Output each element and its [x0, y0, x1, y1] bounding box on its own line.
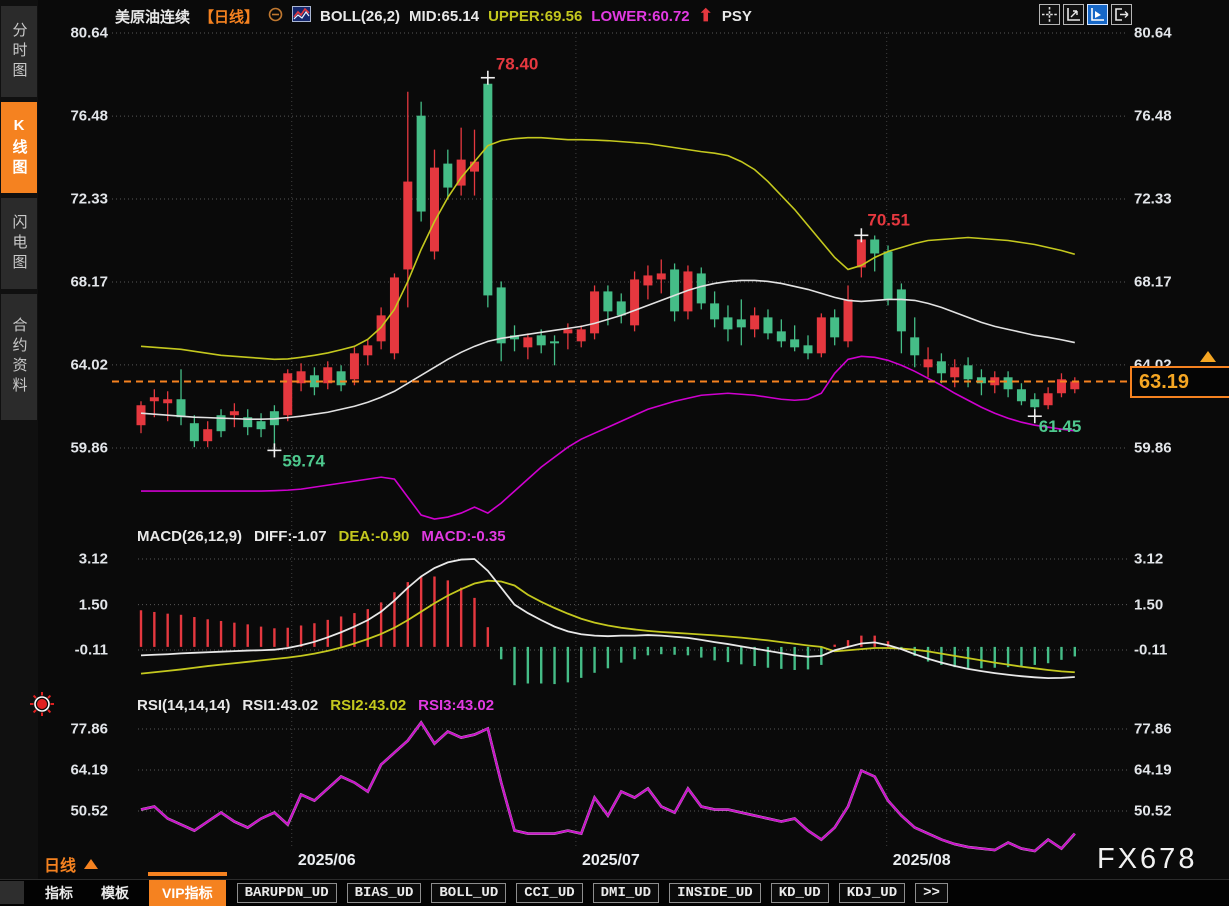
psy-label[interactable]: PSY [722, 8, 752, 25]
main-axis-tick: 64.02 [42, 356, 108, 373]
x-axis-month-label: 2025/08 [893, 852, 951, 870]
macd-axis-tick: 3.12 [42, 551, 108, 568]
mini-chart-icon[interactable] [292, 6, 311, 26]
chart-toolbar [1039, 4, 1132, 25]
rsi-axis-tick: 77.86 [42, 721, 108, 738]
axis-pointer-icon[interactable] [1087, 4, 1108, 25]
x-axis-month-label: 2025/06 [298, 852, 356, 870]
boll-upper-value: UPPER:69.56 [488, 8, 582, 25]
symbol-name: 美原油连续 [115, 6, 190, 27]
axis-zoom-icon[interactable] [1063, 4, 1084, 25]
indicator-tab-7[interactable]: CCI_UD [516, 883, 582, 903]
last-price-box: 63.19 [1130, 366, 1229, 398]
indicator-tab-10[interactable]: KD_UD [771, 883, 829, 903]
boll-lower-value: LOWER:60.72 [591, 8, 689, 25]
main-axis-tick: 80.64 [1134, 25, 1172, 42]
price-annotation: 61.45 [1039, 417, 1082, 436]
indicator-tab-3[interactable]: VIP指标 [149, 880, 226, 906]
macd-axis-tick: 3.12 [1134, 551, 1163, 568]
rsi-axis-tick: 50.52 [1134, 803, 1172, 820]
sidebar-tab-2[interactable]: K线图 [1, 102, 37, 193]
chart-canvas[interactable]: 78.40 70.51 59.74 61.45 [0, 0, 1229, 905]
price-annotation: 78.40 [496, 55, 539, 74]
triangle-up-icon [84, 859, 98, 869]
indicator-tabbar: 指标模板 VIP指标 BARUPDN_UD BIAS_UD BOLL_UD CCI_UD D… [0, 879, 1229, 905]
main-axis-tick: 68.17 [1134, 274, 1172, 291]
period-selector[interactable]: 日线 [44, 852, 98, 876]
main-axis-tick: 76.48 [1134, 108, 1172, 125]
main-axis-tick: 76.48 [42, 108, 108, 125]
boll-params: BOLL(26,2) [320, 8, 400, 25]
chart-application: 78.40 70.51 59.74 61.45 分时图 K线图闪电图合约资料 美原油连续… [0, 0, 1229, 905]
rsi-axis-tick: 77.86 [1134, 721, 1172, 738]
macd-axis-tick: 1.50 [42, 596, 108, 613]
main-axis-tick: 72.33 [42, 190, 108, 207]
indicator-tab-12[interactable]: >> [915, 883, 948, 903]
price-annotation: 59.74 [282, 451, 325, 470]
macd-axis-tick: -0.11 [42, 641, 108, 658]
indicator-tab-5[interactable]: BIAS_UD [347, 883, 422, 903]
indicator-tab-2[interactable]: 模板 [89, 881, 141, 905]
sidebar: 分时图 K线图闪电图合约资料 [0, 0, 38, 905]
rsi-pane-header: RSI(14,14,14) RSI1:43.02 RSI2:43.02 RSI3… [137, 697, 494, 714]
price-annotation: 70.51 [867, 210, 910, 229]
main-axis-tick: 59.86 [42, 439, 108, 456]
indicator-tab-8[interactable]: DMI_UD [593, 883, 659, 903]
indicator-tab-9[interactable]: INSIDE_UD [669, 883, 761, 903]
fx678-watermark: FX678 [1097, 843, 1197, 876]
indicator-tab-4[interactable]: BARUPDN_UD [237, 883, 337, 903]
period-selector-label: 日线 [44, 852, 76, 876]
macd-axis-tick: -0.11 [1134, 641, 1167, 658]
up-arrow-icon: ⬆ [699, 9, 713, 23]
rsi3-value: RSI3:43.02 [418, 697, 494, 714]
sidebar-tab-1[interactable]: 分时图 [1, 6, 37, 97]
rsi-axis-tick: 50.52 [42, 803, 108, 820]
rsi-axis-tick: 64.19 [42, 762, 108, 779]
indicator-tab-6[interactable]: BOLL_UD [431, 883, 506, 903]
pan-icon[interactable] [1039, 4, 1060, 25]
macd-params: MACD(26,12,9) [137, 528, 242, 545]
indicator-tab-1[interactable]: 指标 [33, 881, 85, 905]
rsi1-value: RSI1:43.02 [242, 697, 318, 714]
main-axis-tick: 72.33 [1134, 190, 1172, 207]
macd-dea-value: DEA:-0.90 [339, 528, 410, 545]
main-axis-tick: 68.17 [42, 274, 108, 291]
macd-pane-header: MACD(26,12,9) DIFF:-1.07 DEA:-0.90 MACD:… [137, 528, 506, 545]
circle-minus-icon[interactable] [268, 7, 283, 26]
x-axis-month-label: 2025/07 [582, 852, 640, 870]
alarm-icon[interactable] [29, 691, 55, 722]
sidebar-tab-4[interactable]: 合约资料 [1, 294, 37, 420]
exit-chart-icon[interactable] [1111, 4, 1132, 25]
chart-header: 美原油连续 【日线】 BOLL(26,2) MID:65.14 UPPER:69… [115, 5, 752, 27]
macd-macd-value: MACD:-0.35 [421, 528, 505, 545]
tabbar-corner [0, 881, 24, 904]
macd-axis-tick: 1.50 [1134, 596, 1163, 613]
rsi-params: RSI(14,14,14) [137, 697, 230, 714]
main-axis-tick: 59.86 [1134, 439, 1172, 456]
period-tag[interactable]: 【日线】 [199, 6, 259, 27]
price-pin-icon [1200, 351, 1216, 362]
indicator-tab-11[interactable]: KDJ_UD [839, 883, 905, 903]
rsi2-value: RSI2:43.02 [330, 697, 406, 714]
boll-mid-value: MID:65.14 [409, 8, 479, 25]
sidebar-tab-3[interactable]: 闪电图 [1, 198, 37, 289]
macd-diff-value: DIFF:-1.07 [254, 528, 327, 545]
main-axis-tick: 80.64 [42, 25, 108, 42]
rsi-axis-tick: 64.19 [1134, 762, 1172, 779]
